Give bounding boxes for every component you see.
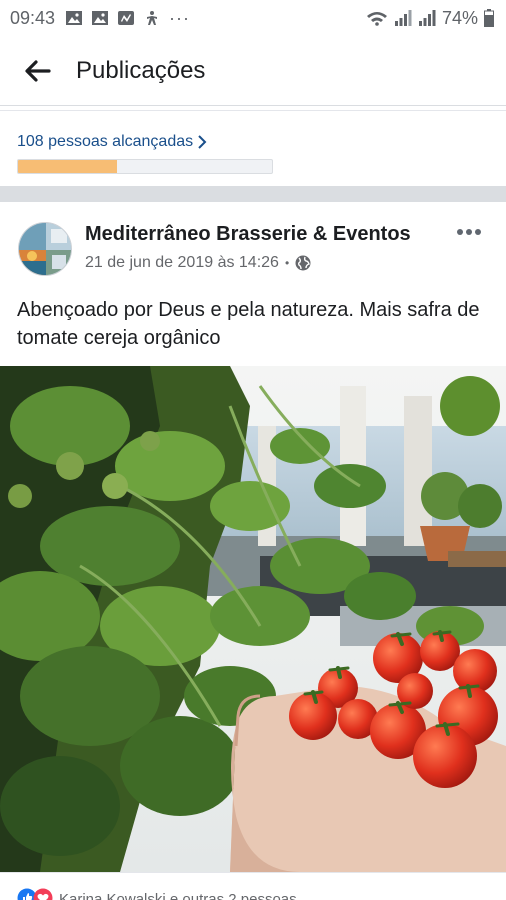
section-divider [0, 186, 506, 202]
photo-icon [66, 11, 83, 25]
reach-section: 108 pessoas alcançadas [0, 110, 506, 186]
meta-separator: • [284, 256, 290, 270]
more-options-button[interactable] [452, 220, 486, 244]
post-text: Abençoado por Deus e pela natureza. Mais… [17, 299, 480, 349]
page-title: Publicações [76, 56, 206, 84]
notification-icons: ··· [65, 8, 190, 29]
wifi-icon [366, 12, 387, 26]
battery-icon [484, 9, 494, 27]
love-icon [33, 888, 53, 900]
reactions-bar[interactable]: Karina Kowalski e outras 2 pessoas [0, 872, 506, 900]
status-left: 09:43 ··· [10, 8, 190, 29]
more-notifications: ··· [169, 7, 191, 28]
tomato-plant-photo [0, 366, 506, 872]
status-bar: 09:43 ··· 74% [0, 0, 506, 36]
reach-progress-fill [18, 160, 118, 173]
more-icon [457, 229, 481, 235]
back-button[interactable] [0, 36, 76, 106]
arrow-left-icon [25, 59, 51, 82]
post-date[interactable]: 21 de jun de 2019 às 14:26 [85, 254, 279, 272]
clock: 09:43 [10, 7, 56, 28]
app-bar: Publicações [0, 36, 506, 106]
post-photo[interactable] [0, 366, 506, 872]
reach-label: 108 pessoas alcançadas [17, 133, 194, 150]
page-name[interactable]: Mediterrâneo Brasserie & Eventos [85, 223, 411, 246]
status-right: 74% [366, 8, 494, 29]
page-avatar-icon [19, 223, 71, 275]
photo-icon [92, 11, 109, 25]
reaction-icons [17, 888, 53, 900]
globe-icon [295, 255, 311, 271]
post-meta: 21 de jun de 2019 às 14:26 • [85, 254, 311, 272]
reach-progress-bar [17, 159, 273, 174]
post-header: Mediterrâneo Brasserie & Eventos 21 de j… [0, 204, 506, 290]
signal-icon [418, 10, 436, 26]
reactions-text: Karina Kowalski e outras 2 pessoas [59, 891, 297, 900]
accessibility-icon [147, 11, 158, 25]
chevron-right-icon [198, 135, 207, 149]
battery-level: 74% [441, 7, 478, 28]
reach-link[interactable]: 108 pessoas alcançadas [17, 133, 207, 151]
signal-icon [394, 10, 412, 26]
avatar[interactable] [18, 222, 72, 276]
messenger-icon [118, 11, 135, 25]
